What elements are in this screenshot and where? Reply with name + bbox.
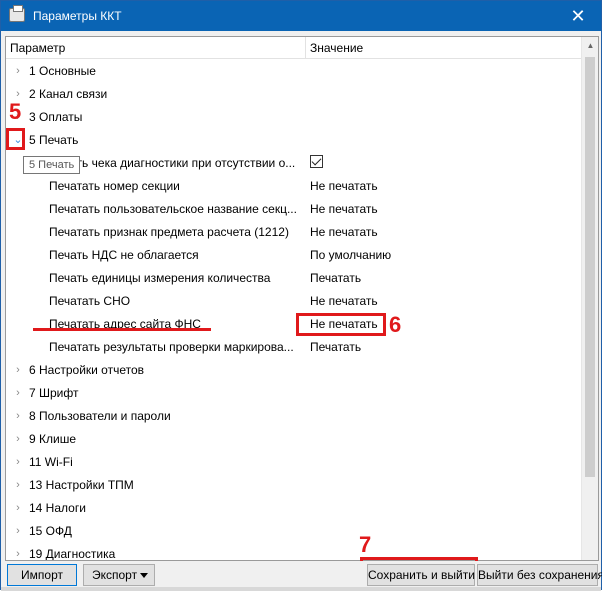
save-and-exit-button[interactable]: Сохранить и выйти bbox=[367, 564, 475, 586]
import-button[interactable]: Импорт bbox=[7, 564, 77, 586]
chevron-right-icon[interactable]: › bbox=[12, 387, 24, 399]
category-row-print[interactable]: ⌄ 5 Печать bbox=[6, 129, 581, 152]
category-label: 11 Wi-Fi bbox=[29, 455, 73, 469]
category-label: 3 Оплаты bbox=[29, 110, 83, 124]
setting-value[interactable]: Не печатать bbox=[310, 294, 378, 308]
setting-row-tax-system[interactable]: Печатать СНО Не печатать bbox=[6, 290, 581, 313]
setting-value[interactable]: Не печатать bbox=[310, 225, 378, 239]
category-label: 1 Основные bbox=[29, 64, 96, 78]
setting-row-diagnostic-receipt[interactable]: Печать чека диагностики при отсутствии о… bbox=[6, 152, 581, 175]
chevron-right-icon[interactable]: › bbox=[12, 479, 24, 491]
scrollbar-thumb[interactable] bbox=[585, 57, 595, 477]
category-row-users[interactable]: › 8 Пользователи и пароли bbox=[6, 405, 581, 428]
title-bar: Параметры ККТ ✕ bbox=[1, 1, 601, 31]
diagnostic-receipt-checkbox[interactable] bbox=[310, 155, 323, 168]
setting-label: Печать НДС не облагается bbox=[49, 248, 199, 262]
setting-row-vat-exempt[interactable]: Печать НДС не облагается По умолчанию bbox=[6, 244, 581, 267]
chevron-right-icon[interactable]: › bbox=[12, 364, 24, 376]
category-row-channel[interactable]: › 2 Канал связи bbox=[6, 83, 581, 106]
grid-header: Параметр Значение bbox=[6, 37, 598, 59]
export-button[interactable]: Экспорт bbox=[83, 564, 155, 586]
category-row-tpm[interactable]: › 13 Настройки ТПМ bbox=[6, 474, 581, 497]
setting-row-section-number[interactable]: Печатать номер секции Не печатать bbox=[6, 175, 581, 198]
setting-label: Печатать признак предмета расчета (1212) bbox=[49, 225, 289, 239]
column-header-parameter[interactable]: Параметр bbox=[10, 41, 65, 55]
category-label: 14 Налоги bbox=[29, 501, 86, 515]
setting-row-custom-section-name[interactable]: Печатать пользовательское название секц.… bbox=[6, 198, 581, 221]
category-label: 15 ОФД bbox=[29, 524, 72, 538]
tooltip: 5 Печать bbox=[23, 156, 81, 174]
setting-value[interactable]: По умолчанию bbox=[310, 248, 391, 262]
button-bar: Импорт Экспорт Сохранить и выйти Выйти б… bbox=[1, 561, 602, 589]
setting-value[interactable]: Печатать bbox=[310, 340, 361, 354]
annotation-box-value bbox=[296, 313, 386, 336]
category-label: 19 Диагностика bbox=[29, 547, 116, 561]
annotation-step-7: 7 bbox=[359, 532, 372, 557]
chevron-right-icon[interactable]: › bbox=[12, 548, 24, 560]
setting-row-subject-attribute[interactable]: Печатать признак предмета расчета (1212)… bbox=[6, 221, 581, 244]
setting-label: Печать чека диагностики при отсутствии о… bbox=[49, 156, 296, 170]
category-label: 9 Клише bbox=[29, 432, 77, 446]
category-label: 6 Настройки отчетов bbox=[29, 363, 145, 377]
setting-label: Печать единицы измерения количества bbox=[49, 271, 271, 285]
category-row-font[interactable]: › 7 Шрифт bbox=[6, 382, 581, 405]
chevron-right-icon[interactable]: › bbox=[12, 525, 24, 537]
category-label: 13 Настройки ТПМ bbox=[29, 478, 134, 492]
category-row-cliche[interactable]: › 9 Клише bbox=[6, 428, 581, 451]
annotation-underline bbox=[33, 328, 211, 331]
close-button[interactable]: ✕ bbox=[555, 1, 601, 31]
category-row-ofd[interactable]: › 15 ОФД bbox=[6, 520, 581, 543]
category-row-reports[interactable]: › 6 Настройки отчетов bbox=[6, 359, 581, 382]
category-row-main[interactable]: › 1 Основные bbox=[6, 60, 581, 83]
category-label: 5 Печать bbox=[29, 133, 79, 147]
chevron-right-icon[interactable]: › bbox=[12, 456, 24, 468]
chevron-right-icon[interactable]: › bbox=[12, 433, 24, 445]
category-label: 2 Канал связи bbox=[29, 87, 108, 101]
chevron-right-icon[interactable]: › bbox=[12, 410, 24, 422]
chevron-right-icon[interactable]: › bbox=[12, 502, 24, 514]
column-separator[interactable] bbox=[305, 37, 306, 59]
window-bottom-strip bbox=[1, 587, 601, 591]
category-row-wifi[interactable]: › 11 Wi-Fi bbox=[6, 451, 581, 474]
printer-icon bbox=[9, 5, 25, 22]
column-header-value[interactable]: Значение bbox=[310, 41, 363, 55]
setting-row-fns-site[interactable]: Печатать адрес сайта ФНС Не печатать bbox=[6, 313, 581, 336]
window-title: Параметры ККТ bbox=[33, 9, 122, 23]
settings-grid: Параметр Значение › 1 Основные › 2 Канал… bbox=[5, 36, 599, 561]
kkt-settings-window: Параметры ККТ ✕ Параметр Значение › 1 Ос… bbox=[0, 0, 602, 591]
scroll-up-arrow-icon[interactable]: ▲ bbox=[582, 37, 598, 54]
category-row-diagnostics[interactable]: › 19 Диагностика bbox=[6, 543, 581, 561]
setting-label: Печатать номер секции bbox=[49, 179, 180, 193]
vertical-scrollbar[interactable]: ▲ bbox=[581, 37, 598, 560]
annotation-step-5: 5 bbox=[9, 99, 22, 124]
setting-value[interactable]: Не печатать bbox=[310, 179, 378, 193]
category-row-payments[interactable]: › 3 Оплаты bbox=[6, 106, 581, 129]
setting-value[interactable]: Печатать bbox=[310, 271, 361, 285]
category-label: 7 Шрифт bbox=[29, 386, 79, 400]
setting-label: Печатать результаты проверки маркирова..… bbox=[49, 340, 294, 354]
setting-value[interactable]: Не печатать bbox=[310, 202, 378, 216]
setting-label: Печатать СНО bbox=[49, 294, 131, 308]
setting-row-unit-of-measure[interactable]: Печать единицы измерения количества Печа… bbox=[6, 267, 581, 290]
export-label: Экспорт bbox=[92, 568, 138, 582]
dropdown-arrow-icon bbox=[140, 573, 148, 578]
setting-row-marking-check[interactable]: Печатать результаты проверки маркирова..… bbox=[6, 336, 581, 359]
chevron-right-icon[interactable]: › bbox=[12, 65, 24, 77]
category-row-taxes[interactable]: › 14 Налоги bbox=[6, 497, 581, 520]
exit-without-saving-button[interactable]: Выйти без сохранения bbox=[477, 564, 602, 586]
category-label: 8 Пользователи и пароли bbox=[29, 409, 171, 423]
setting-label: Печатать пользовательское название секц.… bbox=[49, 202, 297, 216]
annotation-box-expander bbox=[6, 128, 25, 150]
annotation-step-6: 6 bbox=[389, 312, 402, 337]
